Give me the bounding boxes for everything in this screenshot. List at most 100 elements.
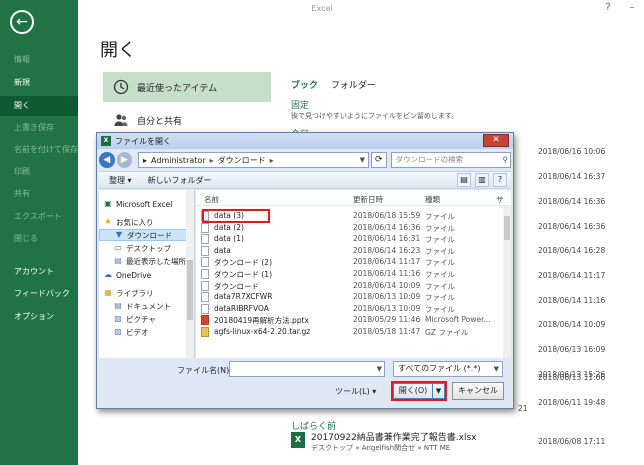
recent-date: 2018/06/14 16:28 [538,246,606,255]
tools-label: ツール(L) [335,387,370,396]
file-date: 2018/06/14 11:16 [353,269,421,278]
nav-item[interactable]: 新規 [0,73,78,93]
pinned-description: 後で見つけやすいようにファイルをピン留めします。 [291,112,459,120]
nav-item[interactable]: オプション [0,307,78,327]
breadcrumb-downloads[interactable]: ダウンロード [218,155,266,166]
minimize-icon[interactable]: – [620,0,644,16]
file-type: ファイル [425,212,455,221]
file-date: 2018/06/13 10:09 [353,292,421,302]
tree-item[interactable]: ▭ デスクトップ [99,242,194,254]
nav-item[interactable]: 共有 [0,184,78,204]
nav-item[interactable]: 印刷 [0,162,78,182]
filename-input[interactable]: ▼ [229,361,385,377]
tree-item-label: ドキュメント [126,301,171,311]
chevron-down-icon: ▼ [493,365,499,373]
table-row[interactable]: dataRIBRFVOA 2018/06/13 10:09 ファイル [196,303,501,315]
file-name: data7R7XCFWR [214,292,273,302]
library-icon: ▦ [104,288,112,297]
table-row[interactable]: data7R7XCFWR 2018/06/13 10:09 ファイル [196,291,501,303]
column-name[interactable]: 名前 [204,194,219,205]
place-shared[interactable]: 自分と共有 [103,105,271,135]
column-date[interactable]: 更新日時 [353,194,383,205]
help-icon[interactable]: ? [596,0,620,16]
nav-item[interactable]: 閉じる [0,229,78,249]
breadcrumb-administrator[interactable]: Administrator [151,156,206,165]
tree-item[interactable]: ▦ ライブラリ [99,287,194,299]
tree-item-label: お気に入り [116,217,154,227]
tab-folder[interactable]: フォルダー [331,81,376,91]
nav-item[interactable]: フィードバック [0,284,78,304]
address-bar[interactable]: ▸ Administrator ▸ ダウンロード ▸ ▼ [138,152,369,168]
tree-scrollbar[interactable] [186,190,194,358]
tree-item[interactable]: ▼ ダウンロード [99,229,194,241]
table-row[interactable]: data 2018/06/14 16:23 ファイル [196,245,501,257]
nav-item[interactable]: アカウント [0,262,78,282]
tree-item[interactable]: ▣ Microsoft Excel [99,198,194,210]
tools-menu[interactable]: ツール(L) ▾ [335,386,376,397]
tree-item-label: ピクチャ [126,314,156,324]
dialog-titlebar: X ファイルを開く [97,133,513,149]
table-row[interactable]: agfs-linux-x64-2.20.tar.gz 2018/05/18 11:… [196,326,501,338]
breadcrumb-separator-icon[interactable]: ▸ [210,156,214,165]
view-options-icon[interactable]: ▤ [457,173,471,187]
chevron-down-icon: ▾ [372,387,377,396]
refresh-icon[interactable]: ⟳ [371,152,387,168]
tree-item[interactable]: ▨ ビデオ [99,326,194,338]
column-type[interactable]: 種類 [425,194,440,205]
folder-icon: ▸ [143,155,148,165]
file-name: ダウンロード (1) [214,270,273,279]
help-icon[interactable]: ? [493,173,507,187]
table-row[interactable]: ダウンロード (1) 2018/06/14 11:16 ファイル [196,268,501,280]
cancel-button[interactable]: キャンセル [452,382,504,400]
search-input[interactable]: ダウンロードの検索 ⚲ [390,152,511,168]
close-button[interactable]: ✕ [483,134,509,147]
recent-file-item[interactable]: X 20170922納品書兼作業完了報告書.xlsx デスクトップ » Ange… [291,430,477,453]
file-type: GZ ファイル [425,328,469,337]
tree-item[interactable]: ★ お気に入り [99,216,194,228]
table-row[interactable]: 20180419再解析方法.pptx 2018/05/29 11:46 Micros… [196,314,501,326]
back-icon[interactable]: ◀ [99,152,115,168]
preview-pane-icon[interactable]: ▥ [475,173,489,187]
column-size[interactable]: サ [496,194,504,205]
organize-button[interactable]: 整理 ▾ [109,175,132,186]
powerpoint-file-icon [201,315,209,326]
forward-icon[interactable]: ▶ [116,152,133,168]
table-row[interactable]: ダウンロード (2) 2018/06/14 11:17 ファイル [196,256,501,268]
table-row[interactable]: data (1) 2018/06/14 16:31 ファイル [196,233,501,245]
file-type: Microsoft Power... [425,315,491,325]
file-type: ファイル [425,223,455,233]
tree-item[interactable]: ▤ 最近表示した場所 [99,255,194,267]
tree-item[interactable]: ▤ ドキュメント [99,300,194,312]
tab-book[interactable]: ブック [291,81,318,91]
dialog-toolbar: 整理 ▾ 新しいフォルダー ▤ ▥ ? [99,171,511,189]
dialog-title: ファイルを開く [115,136,171,146]
new-folder-button[interactable]: 新しいフォルダー [148,175,212,186]
nav-item[interactable]: 上書き保存 [0,118,78,138]
file-icon [201,269,209,279]
table-row[interactable]: ダウンロード 2018/06/14 10:09 ファイル [196,280,501,292]
chevron-down-icon[interactable]: ▼ [357,156,368,164]
open-dropdown-icon[interactable]: ▼ [433,383,445,399]
list-scrollbar[interactable] [503,206,511,358]
nav-item[interactable]: 名前を付けて保存 [0,140,78,160]
tree-item-label: ダウンロード [127,230,172,240]
file-icon [201,303,209,314]
nav-item[interactable]: 開く [0,96,78,116]
recent-date: 2018/06/16 10:06 [538,147,606,156]
nav-item[interactable]: エクスポート [0,207,78,227]
tree-item[interactable]: ☁ OneDrive [99,269,194,281]
tree-item-label: ライブラリ [116,288,154,298]
file-type-select[interactable]: すべてのファイル (*.*) ▼ [393,361,503,377]
table-row[interactable]: data (2) 2018/06/14 16:36 ファイル [196,222,501,234]
tree-item[interactable]: ▧ ピクチャ [99,313,194,325]
breadcrumb-separator-icon[interactable]: ▸ [270,156,274,165]
place-recent[interactable]: 最近使ったアイテム [103,72,271,102]
file-date: 2018/06/14 10:09 [353,280,421,290]
file-date: 2018/05/18 11:47 [353,327,421,336]
nav-item[interactable]: 情報 [0,50,78,70]
open-button[interactable]: 開く(O) [393,383,433,399]
chevron-down-icon[interactable]: ▼ [377,362,382,376]
file-type: ファイル [425,304,455,314]
recent-file-name: 20170922納品書兼作業完了報告書.xlsx [311,433,477,443]
back-arrow-icon[interactable]: ← [10,10,34,34]
